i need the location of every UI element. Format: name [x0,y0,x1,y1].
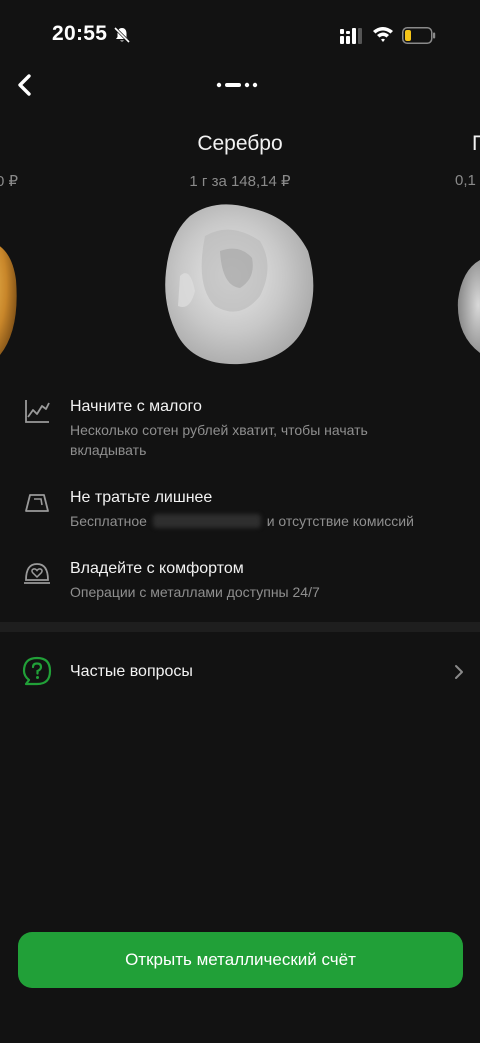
feature-description-end: и отсутствие комиссий [266,513,414,529]
signal-icon [340,28,362,44]
feature-description: Операции с металлами доступны 24/7 [70,584,320,600]
question-chat-icon [22,656,52,686]
chevron-right-icon [455,665,463,679]
status-bar: 20:55 [0,0,480,70]
chart-line-icon [25,400,50,423]
gold-nugget-image[interactable] [0,230,18,360]
status-time: 20:55 [52,22,108,45]
battery-low-icon [402,27,436,44]
feature-title: Владейте с комфортом [70,560,244,577]
section-divider [0,622,480,632]
faq-label: Частые вопросы [70,663,193,680]
page-dots-icon [216,82,258,88]
silver-nugget-image[interactable] [160,196,320,368]
metal-title: Серебро [197,132,283,155]
next-metal-title: П [472,132,480,155]
metal-price: 1 г за 148,14 ₽ [189,173,291,190]
feature-description: Несколько сотен рублей хватит, чтобы нач… [70,422,368,458]
feature-title: Начните с малого [70,398,202,415]
next-metal-price: 0,1 [455,172,476,189]
feature-description: Бесплатное и отсутствие комиссий [70,511,430,531]
open-metal-account-button[interactable]: Открыть металлический счёт [18,932,463,988]
feature-description-start: Бесплатное [70,513,147,529]
safe-heart-icon [24,563,50,584]
faq-row[interactable]: Частые вопросы [0,648,480,698]
bar-ingot-icon [25,494,49,512]
back-button[interactable] [12,70,40,100]
wifi-icon [373,27,393,42]
redacted-text [152,514,261,528]
feature-title: Не тратьте лишнее [70,489,213,506]
platinum-nugget-image[interactable] [452,255,480,355]
bell-muted-icon [113,26,131,44]
screen: 20:55 0 ₽ Серебро 1 г за 148,14 ₽ П 0,1 … [0,0,480,1043]
